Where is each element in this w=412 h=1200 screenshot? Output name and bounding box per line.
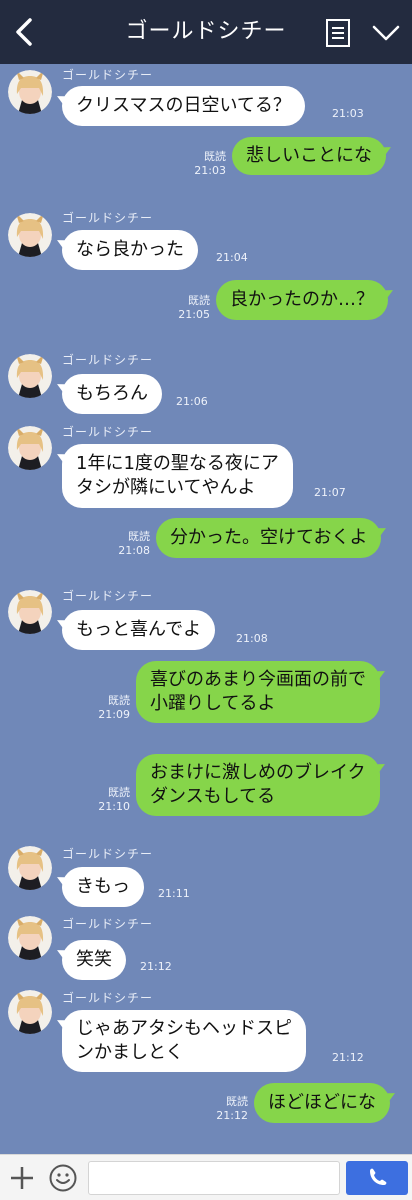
avatar-illustration — [8, 846, 52, 890]
message-time: 21:09 — [98, 708, 130, 721]
message-bubble-incoming[interactable]: もっと喜んでよ — [62, 610, 216, 650]
avatar-illustration — [8, 213, 52, 257]
message-line: じゃあアタシもヘッドスピ — [76, 1018, 292, 1039]
chat-header: ゴールドシチー — [0, 0, 412, 64]
chevron-down-icon — [372, 25, 400, 41]
phone-icon — [370, 1168, 387, 1185]
message-bubble-incoming[interactable]: 笑笑 — [62, 940, 126, 980]
sender-name: ゴールドシチー — [62, 425, 154, 439]
message-time: 21:12 — [332, 1051, 364, 1064]
avatar-illustration — [8, 426, 52, 470]
message-time: 21:04 — [216, 251, 248, 264]
message-time: 21:03 — [332, 107, 364, 120]
message-time: 21:05 — [178, 308, 210, 321]
sender-name: ゴールドシチー — [62, 917, 154, 931]
message-line: 1年に1度の聖なる夜にア — [76, 453, 279, 474]
avatar-illustration — [8, 590, 52, 634]
read-status: 既読 — [128, 530, 150, 543]
message-time: 21:08 — [118, 544, 150, 557]
plus-icon — [11, 1167, 33, 1189]
avatar-illustration — [8, 990, 52, 1034]
message-line: 小躍りしてるよ — [150, 693, 276, 714]
avatar-illustration — [8, 354, 52, 398]
message-time: 21:07 — [314, 486, 346, 499]
sender-name: ゴールドシチー — [62, 68, 154, 82]
emoji-button[interactable] — [48, 1163, 78, 1193]
back-button[interactable] — [8, 14, 42, 50]
note-list-icon — [326, 19, 350, 47]
message-bubble-outgoing[interactable]: ほどほどにな — [254, 1083, 390, 1123]
avatar[interactable] — [8, 916, 52, 960]
message-bubble-outgoing[interactable]: おまけに激しめのブレイク ダンスもしてる — [136, 754, 380, 816]
avatar[interactable] — [8, 990, 52, 1034]
avatar[interactable] — [8, 70, 52, 114]
message-bubble-incoming[interactable]: じゃあアタシもヘッドスピ ンかましとく — [62, 1010, 306, 1072]
message-input[interactable] — [88, 1161, 340, 1195]
read-status: 既読 — [204, 150, 226, 163]
sender-name: ゴールドシチー — [62, 847, 154, 861]
avatar[interactable] — [8, 213, 52, 257]
message-bubble-incoming[interactable]: もちろん — [62, 374, 162, 414]
message-bubble-incoming[interactable]: きもっ — [62, 867, 144, 907]
message-bubble-outgoing[interactable]: 悲しいことにな — [232, 137, 386, 175]
avatar-illustration — [8, 916, 52, 960]
collapse-button[interactable] — [370, 20, 402, 46]
read-status: 既読 — [226, 1095, 248, 1108]
chevron-left-icon — [16, 18, 32, 46]
message-time: 21:06 — [176, 395, 208, 408]
message-time: 21:03 — [194, 164, 226, 177]
message-list[interactable]: ゴールドシチー クリスマスの日空いてる？ 21:03 悲しいことにな 既読 21… — [0, 64, 412, 1154]
avatar[interactable] — [8, 590, 52, 634]
smiley-icon — [49, 1164, 77, 1192]
avatar[interactable] — [8, 846, 52, 890]
read-status: 既読 — [188, 294, 210, 307]
avatar[interactable] — [8, 426, 52, 470]
avatar-illustration — [8, 70, 52, 114]
call-button[interactable] — [346, 1161, 408, 1195]
notes-button[interactable] — [325, 18, 351, 48]
read-status: 既読 — [108, 694, 130, 707]
sender-name: ゴールドシチー — [62, 991, 154, 1005]
add-attachment-button[interactable] — [8, 1164, 36, 1192]
sender-name: ゴールドシチー — [62, 589, 154, 603]
message-time: 21:10 — [98, 800, 130, 813]
message-bubble-outgoing[interactable]: 喜びのあまり今画面の前で 小躍りしてるよ — [136, 661, 380, 723]
message-bubble-incoming[interactable]: 1年に1度の聖なる夜にア タシが隣にいてやんよ — [62, 444, 293, 508]
message-time: 21:11 — [158, 887, 190, 900]
input-bar — [0, 1154, 412, 1200]
message-line: おまけに激しめのブレイク — [150, 762, 366, 783]
message-line: ンかましとく — [76, 1042, 184, 1063]
message-bubble-outgoing[interactable]: 良かったのか…？ — [216, 280, 388, 320]
message-time: 21:08 — [236, 632, 268, 645]
message-line: ダンスもしてる — [150, 786, 276, 807]
read-status: 既読 — [108, 786, 130, 799]
avatar[interactable] — [8, 354, 52, 398]
sender-name: ゴールドシチー — [62, 353, 154, 367]
message-line: タシが隣にいてやんよ — [76, 477, 256, 498]
message-bubble-incoming[interactable]: クリスマスの日空いてる？ — [62, 86, 305, 126]
message-time: 21:12 — [140, 960, 172, 973]
sender-name: ゴールドシチー — [62, 211, 154, 225]
chat-title: ゴールドシチー — [125, 19, 287, 44]
message-line: 喜びのあまり今画面の前で — [150, 669, 366, 690]
message-bubble-outgoing[interactable]: 分かった。空けておくよ — [156, 518, 382, 558]
message-bubble-incoming[interactable]: なら良かった — [62, 230, 198, 270]
message-time: 21:12 — [216, 1109, 248, 1122]
